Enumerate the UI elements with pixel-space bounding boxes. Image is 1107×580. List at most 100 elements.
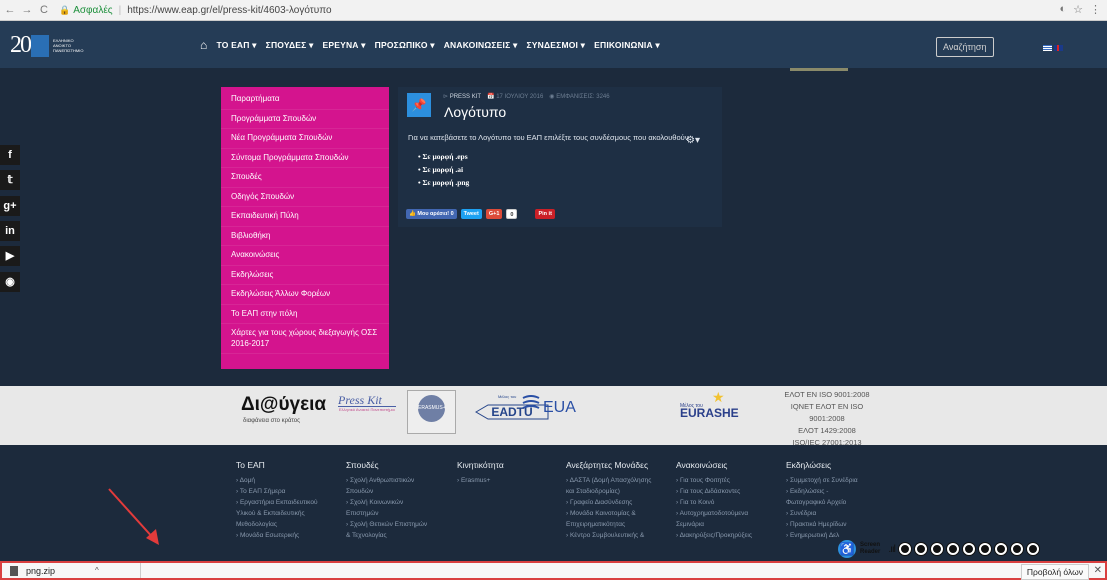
show-all-button[interactable]: Προβολή όλων: [1020, 564, 1089, 580]
side-menu-item[interactable]: Βιβλιοθήκη: [221, 227, 389, 246]
twitter-icon[interactable]: 𝕥: [0, 170, 20, 190]
reset-icon[interactable]: [1026, 543, 1039, 555]
footer-link[interactable]: Επιχειρηματικότητας: [566, 519, 651, 530]
play-icon[interactable]: [930, 543, 943, 555]
footer-link[interactable]: & Τεχνολογίας: [346, 530, 427, 541]
footer-link[interactable]: › Για τους Διδάσκοντες: [676, 486, 752, 497]
footer-link[interactable]: › Κέντρο Συμβουλευτικής &: [566, 530, 651, 541]
footer-heading[interactable]: Κινητικότητα: [457, 460, 504, 470]
google-plus-icon[interactable]: g+: [0, 196, 20, 216]
footer-link[interactable]: και Σταδιοδρομίας): [566, 486, 651, 497]
back-arrow-icon[interactable]: ←: [3, 4, 17, 16]
footer-link[interactable]: › Για τους Φοιτητές: [676, 475, 752, 486]
instagram-icon[interactable]: ◉: [0, 272, 20, 292]
footer-link[interactable]: › Για το Κοινό: [676, 497, 752, 508]
download-link-png[interactable]: Σε μορφή .png: [418, 176, 470, 189]
stop-icon[interactable]: [898, 543, 911, 555]
facebook-like-button[interactable]: 👍 Μου αρέσει! 0: [406, 209, 457, 219]
footer-link[interactable]: Επιστημών: [346, 508, 427, 519]
footer-link[interactable]: › Σχολή Ανθρωπιστικών: [346, 475, 427, 486]
footer-link[interactable]: › Πρακτικά Ημερίδων: [786, 519, 858, 530]
linkedin-icon[interactable]: in: [0, 221, 20, 241]
footer-link[interactable]: › ΔΑΣΤΑ (Δομή Απασχόλησης: [566, 475, 651, 486]
side-menu-item[interactable]: Σπουδές: [221, 168, 389, 188]
footer-heading[interactable]: Ανακοινώσεις: [676, 460, 752, 470]
category-label[interactable]: ⊳ PRESS KIT: [443, 93, 481, 100]
tweet-button[interactable]: Tweet: [460, 209, 482, 219]
download-link-eps[interactable]: Σε μορφή .eps: [418, 150, 469, 163]
address-bar[interactable]: 🔒 Ασφαλές | https://www.eap.gr/el/press-…: [59, 2, 332, 19]
footer-link[interactable]: › Σχολή Θετικών Επιστημών: [346, 519, 427, 530]
side-menu-item[interactable]: Σύντομα Προγράμματα Σπουδών: [221, 149, 389, 168]
nav-item-studies[interactable]: ΣΠΟΥΔΕΣ ▾: [266, 40, 314, 51]
menu-icon[interactable]: ⋮: [1090, 3, 1101, 16]
download-file-name[interactable]: png.zip: [26, 566, 55, 576]
footer-heading[interactable]: Το ΕΑΠ: [236, 460, 318, 470]
facebook-icon[interactable]: f: [0, 145, 20, 165]
footer-heading[interactable]: Εκδηλώσεις: [786, 460, 858, 470]
font-increase-icon[interactable]: [962, 543, 975, 555]
side-menu-item[interactable]: Οδηγός Σπουδών: [221, 188, 389, 207]
footer-link[interactable]: › Διακηρύξεις/Προκηρύξεις: [676, 530, 752, 541]
contrast-alt-icon[interactable]: [1010, 543, 1023, 555]
side-menu-item[interactable]: Εκδηλώσεις Άλλων Φορέων: [221, 285, 389, 305]
forward-arrow-icon[interactable]: →: [20, 4, 34, 16]
footer-link[interactable]: › Μονάδα Εσωτερικής: [236, 530, 318, 541]
url-text[interactable]: https://www.eap.gr/el/press-kit/4603-λογ…: [127, 5, 331, 16]
uk-flag-icon[interactable]: [1054, 45, 1063, 51]
close-icon[interactable]: ✕: [1094, 565, 1102, 576]
footer-heading[interactable]: Ανεξάρτητες Μονάδες: [566, 460, 651, 470]
download-link-ai[interactable]: Σε μορφή .ai: [418, 163, 469, 176]
footer-heading[interactable]: Σπουδές: [346, 460, 427, 470]
eurashe-logo[interactable]: EURASHE: [680, 406, 739, 420]
greek-flag-icon[interactable]: [1043, 45, 1052, 51]
footer-link[interactable]: › Εκδηλώσεις -: [786, 486, 858, 497]
footer-link[interactable]: › Αυτοχρηματοδοτούμενα: [676, 508, 752, 519]
chevron-up-icon[interactable]: ^: [95, 566, 99, 575]
font-decrease-icon[interactable]: [946, 543, 959, 555]
footer-link[interactable]: Σπουδών: [346, 486, 427, 497]
side-menu-item[interactable]: Εκπαιδευτική Πύλη: [221, 207, 389, 227]
eua-logo[interactable]: EUA: [543, 399, 576, 417]
nav-item-research[interactable]: ΕΡΕΥΝΑ ▾: [322, 40, 365, 51]
footer-link[interactable]: › Εργαστήρια Εκπαιδευτικού: [236, 497, 318, 508]
pause-icon[interactable]: [914, 543, 927, 555]
settings-icon[interactable]: [978, 543, 991, 555]
footer-link[interactable]: › Μονάδα Καινοτομίας &: [566, 508, 651, 519]
side-menu-item[interactable]: Παραρτήματα: [221, 90, 389, 110]
nav-item-contact[interactable]: ΕΠΙΚΟΙΝΩΝΙΑ ▾: [594, 40, 660, 51]
footer-link[interactable]: › Συμμετοχή σε Συνέδρια: [786, 475, 858, 486]
footer-link[interactable]: › Γραφείο Διασύνδεσης: [566, 497, 651, 508]
bookmark-star-icon[interactable]: ☆: [1073, 3, 1083, 16]
footer-link[interactable]: Υλικού & Εκπαιδευτικής: [236, 508, 318, 519]
diaygeia-logo[interactable]: Δι@ύγεια: [241, 394, 326, 416]
footer-link[interactable]: › Δομή: [236, 475, 318, 486]
nav-item-eap[interactable]: ΤΟ ΕΑΠ ▾: [216, 40, 256, 51]
footer-link[interactable]: Μεθοδολογίας: [236, 519, 318, 530]
search-input[interactable]: Αναζήτηση: [936, 37, 994, 57]
side-menu-item[interactable]: Ανακοινώσεις: [221, 246, 389, 266]
google-plus-button[interactable]: G+1: [485, 209, 503, 219]
nav-item-staff[interactable]: ΠΡΟΣΩΠΙΚΟ ▾: [375, 40, 435, 51]
volume-bars-icon[interactable]: .ııl: [888, 544, 896, 555]
gear-icon[interactable]: ⚙▾: [686, 135, 700, 146]
translate-icon[interactable]: ◐: [1059, 3, 1066, 16]
nav-item-links[interactable]: ΣΥΝΔΕΣΜΟΙ ▾: [526, 40, 585, 51]
footer-link[interactable]: › Σχολή Κοινωνικών: [346, 497, 427, 508]
footer-link[interactable]: › Το ΕΑΠ Σήμερα: [236, 486, 318, 497]
side-menu-item[interactable]: Προγράμματα Σπουδών: [221, 110, 389, 129]
reload-icon[interactable]: C: [37, 4, 51, 16]
home-icon[interactable]: ⌂: [200, 38, 207, 52]
screen-reader-icon[interactable]: ♿: [838, 540, 856, 558]
pinterest-button[interactable]: Pin it: [535, 209, 555, 219]
side-menu-item[interactable]: Εκδηλώσεις: [221, 266, 389, 285]
eap-logo[interactable]: 20 ΕΛΛΗΝΙΚΟ ΑΝΟΙΚΤΟ ΠΑΝΕΠΙΣΤΗΜΙΟ: [10, 33, 102, 58]
footer-link[interactable]: › Συνέδρια: [786, 508, 858, 519]
nav-item-announcements[interactable]: ΑΝΑΚΟΙΝΩΣΕΙΣ ▾: [444, 40, 518, 51]
contrast-icon[interactable]: [994, 543, 1007, 555]
footer-link[interactable]: Φωτογραφικό Αρχείο: [786, 497, 858, 508]
footer-link[interactable]: › Erasmus+: [457, 475, 504, 486]
youtube-icon[interactable]: ▶: [0, 246, 20, 266]
footer-link[interactable]: Σεμινάρια: [676, 519, 752, 530]
side-menu-item[interactable]: Το ΕΑΠ στην πόλη: [221, 305, 389, 324]
